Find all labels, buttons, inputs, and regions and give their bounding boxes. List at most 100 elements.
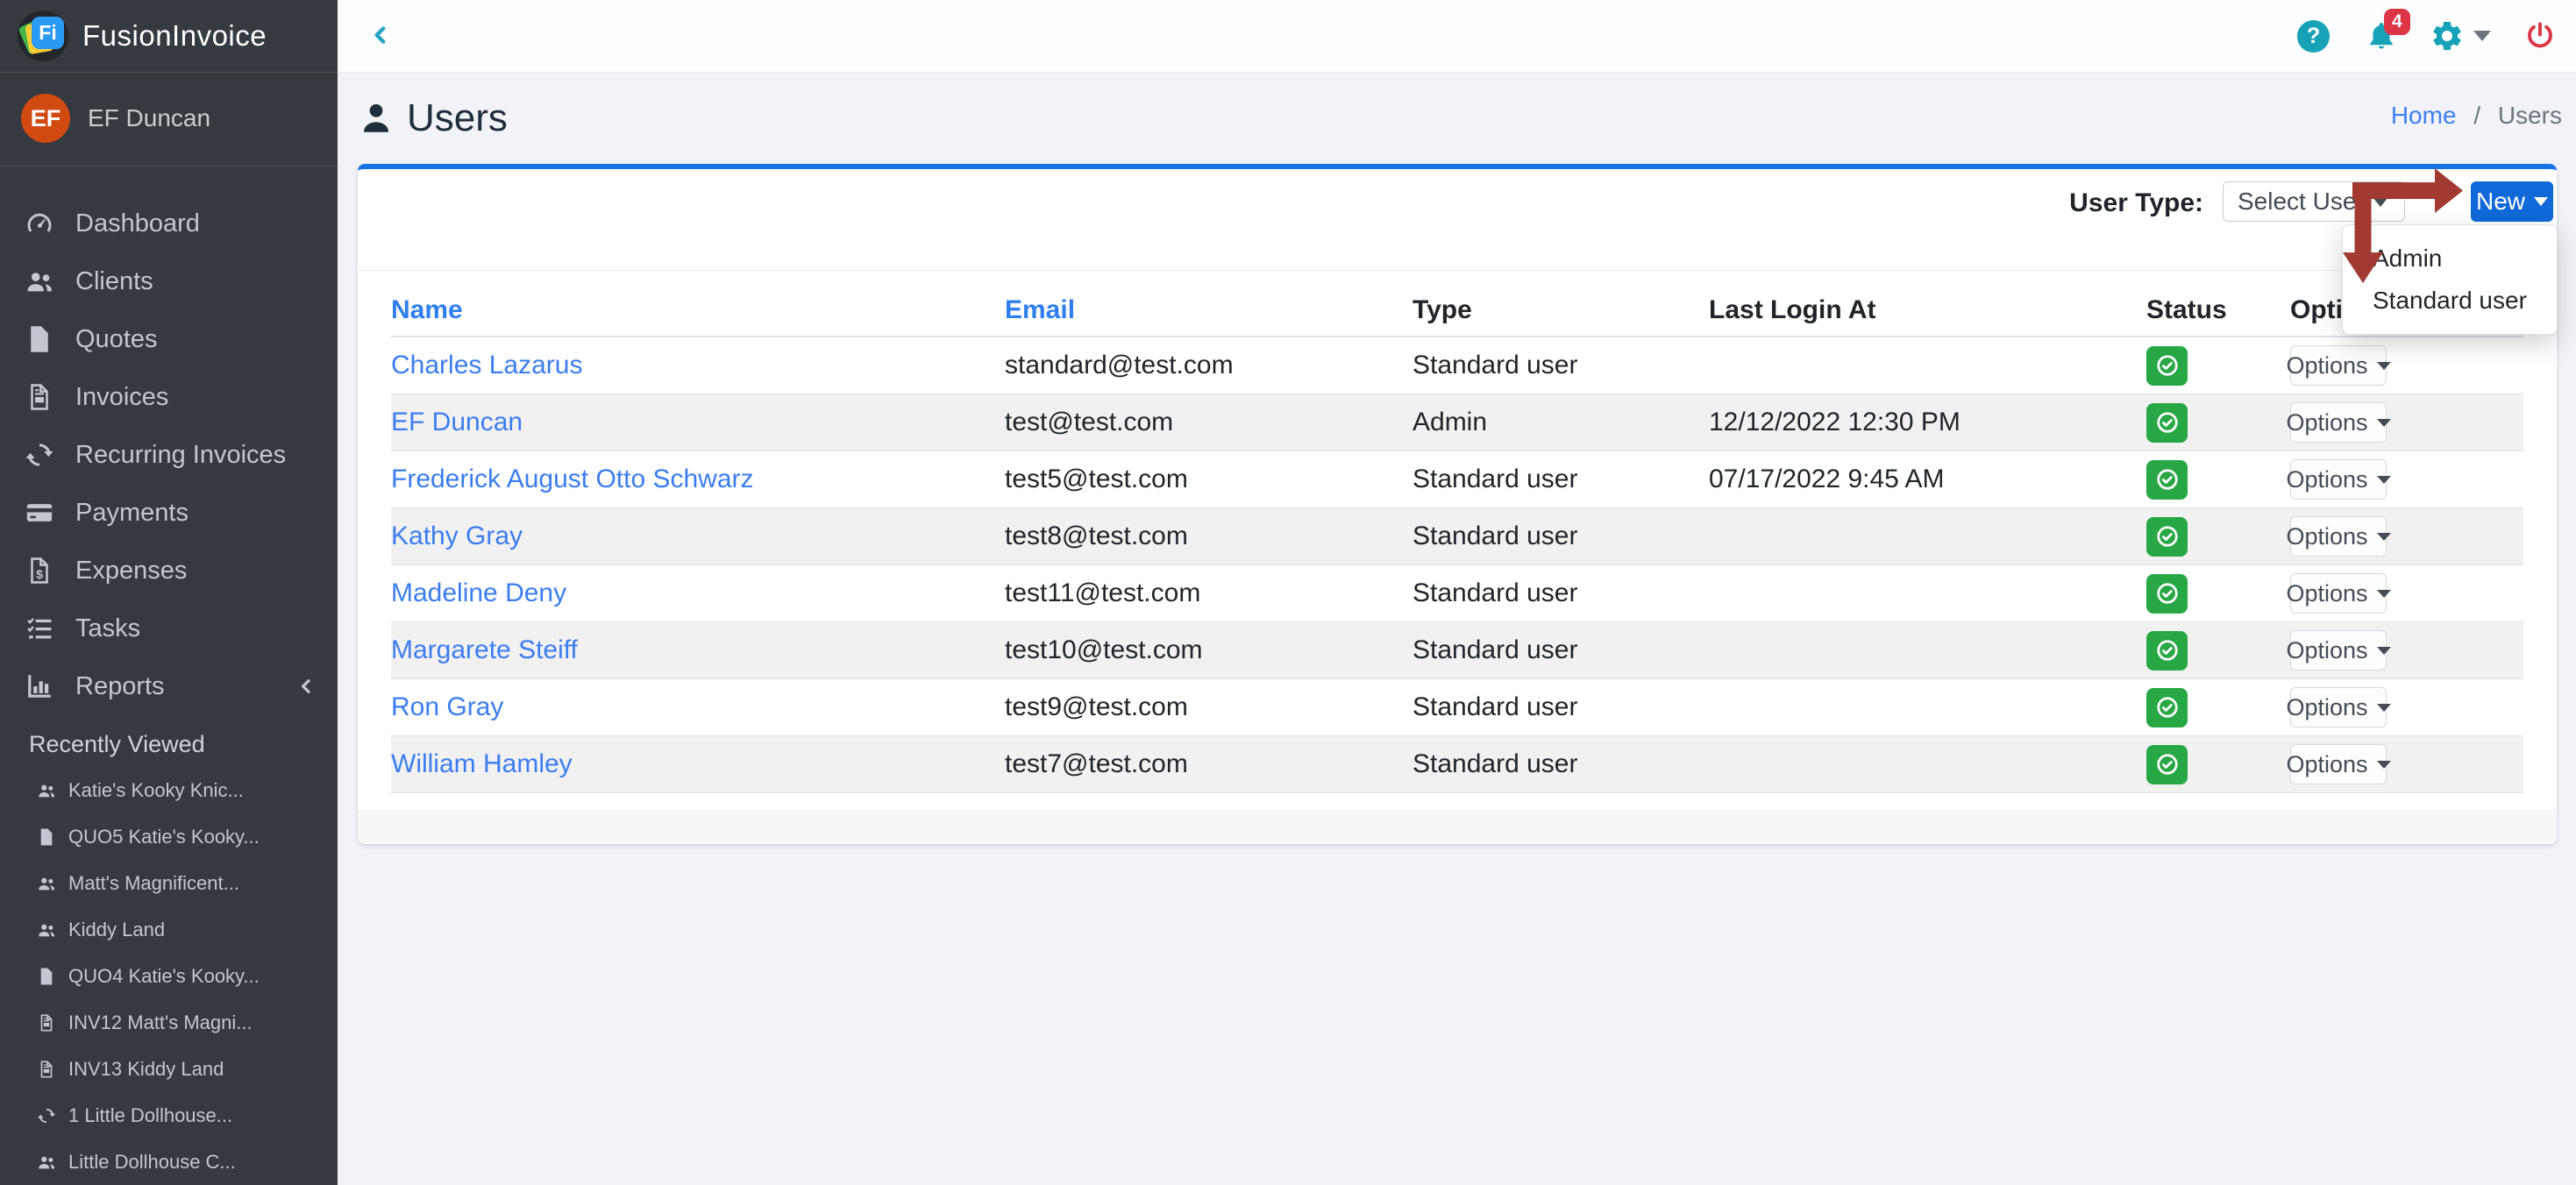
- sidebar-item-label: Tasks: [75, 614, 140, 643]
- options-button[interactable]: Options: [2290, 516, 2387, 557]
- sidebar-collapse-icon[interactable]: [369, 24, 394, 48]
- sidebar-menu-item[interactable]: Payments: [0, 484, 338, 542]
- users-icon: [37, 920, 60, 940]
- table-row: Madeline Deny test11@test.com Standard u…: [391, 565, 2523, 622]
- page-title: Users: [358, 96, 508, 140]
- options-button[interactable]: Options: [2290, 687, 2387, 727]
- brand-name: FusionInvoice: [82, 19, 267, 53]
- recently-viewed-item[interactable]: INV13 Kiddy Land: [0, 1046, 338, 1092]
- user-type-select-value: Select User Type: [2238, 188, 2371, 216]
- user-name-link[interactable]: Charles Lazarus: [391, 351, 582, 380]
- user-last-login: 12/12/2022 12:30 PM: [1709, 394, 2134, 451]
- status-active-badge[interactable]: [2146, 460, 2188, 500]
- options-button[interactable]: Options: [2290, 459, 2387, 500]
- user-name-link[interactable]: William Hamley: [391, 749, 573, 778]
- user-last-login: [1709, 508, 2134, 565]
- sidebar-menu-item[interactable]: Reports: [0, 657, 338, 715]
- status-active-badge[interactable]: [2146, 631, 2188, 671]
- users-icon: [37, 874, 60, 893]
- sidebar-menu-item[interactable]: Dashboard: [0, 195, 338, 252]
- user-type: Standard user: [1413, 679, 1709, 736]
- user-icon: [358, 100, 395, 137]
- status-active-badge[interactable]: [2146, 346, 2188, 386]
- page-title-text: Users: [407, 96, 508, 140]
- options-button[interactable]: Options: [2290, 630, 2387, 671]
- status-active-badge[interactable]: [2146, 517, 2188, 557]
- caret-down-icon: [2377, 533, 2391, 541]
- caret-down-icon: [2377, 476, 2391, 484]
- column-header-status: Status: [2134, 271, 2274, 337]
- sidebar-menu-item[interactable]: Invoices: [0, 368, 338, 426]
- notifications-bell-icon[interactable]: 4: [2365, 19, 2398, 53]
- users-card: User Type: Select User Type New: [358, 164, 2557, 844]
- user-name-link[interactable]: Frederick August Otto Schwarz: [391, 465, 754, 493]
- caret-down-icon: [2534, 197, 2548, 206]
- recently-viewed-item[interactable]: INV12 Matt's Magni...: [0, 999, 338, 1046]
- user-panel[interactable]: EF EF Duncan: [0, 73, 338, 167]
- settings-menu[interactable]: [2430, 18, 2491, 53]
- status-active-badge[interactable]: [2146, 574, 2188, 614]
- fusioninvoice-logo-icon: Fi: [18, 11, 68, 61]
- status-active-badge[interactable]: [2146, 745, 2188, 784]
- options-button[interactable]: Options: [2290, 744, 2387, 784]
- column-header-type: Type: [1413, 271, 1709, 337]
- file-icon: [37, 967, 60, 986]
- sidebar-menu-item[interactable]: Tasks: [0, 600, 338, 657]
- new-button[interactable]: New: [2471, 181, 2553, 222]
- svg-text:$: $: [36, 568, 43, 582]
- recently-viewed-item[interactable]: Little Dollhouse C...: [0, 1139, 338, 1185]
- recently-viewed-label: QUO5 Katie's Kooky...: [68, 826, 260, 848]
- sidebar-item-label: Recurring Invoices: [75, 441, 286, 470]
- user-type: Standard user: [1413, 451, 1709, 508]
- recently-viewed-item[interactable]: QUO4 Katie's Kooky...: [0, 953, 338, 999]
- sidebar-menu-item[interactable]: Recurring Invoices: [0, 426, 338, 484]
- options-button[interactable]: Options: [2290, 345, 2387, 386]
- breadcrumb-current: Users: [2498, 102, 2562, 129]
- recently-viewed-list: Katie's Kooky Knic... QUO5 Katie's Kooky…: [0, 767, 338, 1185]
- credit-card-icon: [25, 498, 58, 528]
- status-active-badge[interactable]: [2146, 403, 2188, 443]
- new-dropdown-item[interactable]: Standard user: [2343, 280, 2557, 322]
- sidebar: Fi FusionInvoice EF EF Duncan Dashboard …: [0, 0, 338, 1185]
- user-name-link[interactable]: EF Duncan: [391, 408, 523, 436]
- recently-viewed-item[interactable]: Katie's Kooky Knic...: [0, 767, 338, 813]
- user-name-link[interactable]: Kathy Gray: [391, 522, 523, 550]
- recently-viewed-item[interactable]: Kiddy Land: [0, 906, 338, 953]
- help-icon[interactable]: ?: [2297, 20, 2330, 53]
- sidebar-item-label: Clients: [75, 267, 153, 296]
- user-email: test@test.com: [1005, 394, 1413, 451]
- recently-viewed-item[interactable]: 1 Little Dollhouse...: [0, 1092, 338, 1139]
- user-type-select[interactable]: Select User Type: [2223, 181, 2405, 222]
- recently-viewed-label: INV12 Matt's Magni...: [68, 1011, 253, 1034]
- user-name-link[interactable]: Madeline Deny: [391, 578, 566, 607]
- file-invoice-icon: [25, 382, 58, 412]
- user-name-link[interactable]: Margarete Steiff: [391, 635, 578, 664]
- user-type: Standard user: [1413, 337, 1709, 394]
- breadcrumb-home-link[interactable]: Home: [2391, 102, 2457, 129]
- table-row: Kathy Gray test8@test.com Standard user: [391, 508, 2523, 565]
- sidebar-menu-item[interactable]: $ Expenses: [0, 542, 338, 600]
- column-header-name[interactable]: Name: [391, 271, 1005, 337]
- table-header-row: Name Email Type Last Login At Status Opt…: [391, 271, 2523, 337]
- status-active-badge[interactable]: [2146, 688, 2188, 727]
- table-row: William Hamley test7@test.com Standard u…: [391, 736, 2523, 793]
- brand-link[interactable]: Fi FusionInvoice: [0, 0, 338, 73]
- sidebar-menu-item[interactable]: Clients: [0, 252, 338, 310]
- recently-viewed-item[interactable]: Matt's Magnificent...: [0, 860, 338, 906]
- options-button[interactable]: Options: [2290, 573, 2387, 614]
- recently-viewed-label: INV13 Kiddy Land: [68, 1058, 224, 1081]
- chevron-left-icon: [297, 678, 315, 695]
- user-name-link[interactable]: Ron Gray: [391, 692, 503, 721]
- fusioninvoice-app: Fi FusionInvoice EF EF Duncan Dashboard …: [0, 0, 2576, 1185]
- options-button[interactable]: Options: [2290, 402, 2387, 443]
- column-header-email[interactable]: Email: [1005, 271, 1413, 337]
- logout-power-icon[interactable]: [2524, 20, 2556, 52]
- recently-viewed-item[interactable]: QUO5 Katie's Kooky...: [0, 813, 338, 860]
- sidebar-menu-item[interactable]: Quotes: [0, 310, 338, 368]
- table-row: Ron Gray test9@test.com Standard user: [391, 679, 2523, 736]
- new-dropdown-item[interactable]: Admin: [2343, 238, 2557, 280]
- user-last-login: [1709, 736, 2134, 793]
- recently-viewed-label: Katie's Kooky Knic...: [68, 779, 244, 802]
- new-dropdown-item-label: Admin: [2373, 245, 2442, 273]
- breadcrumb: Home / Users: [2391, 102, 2562, 130]
